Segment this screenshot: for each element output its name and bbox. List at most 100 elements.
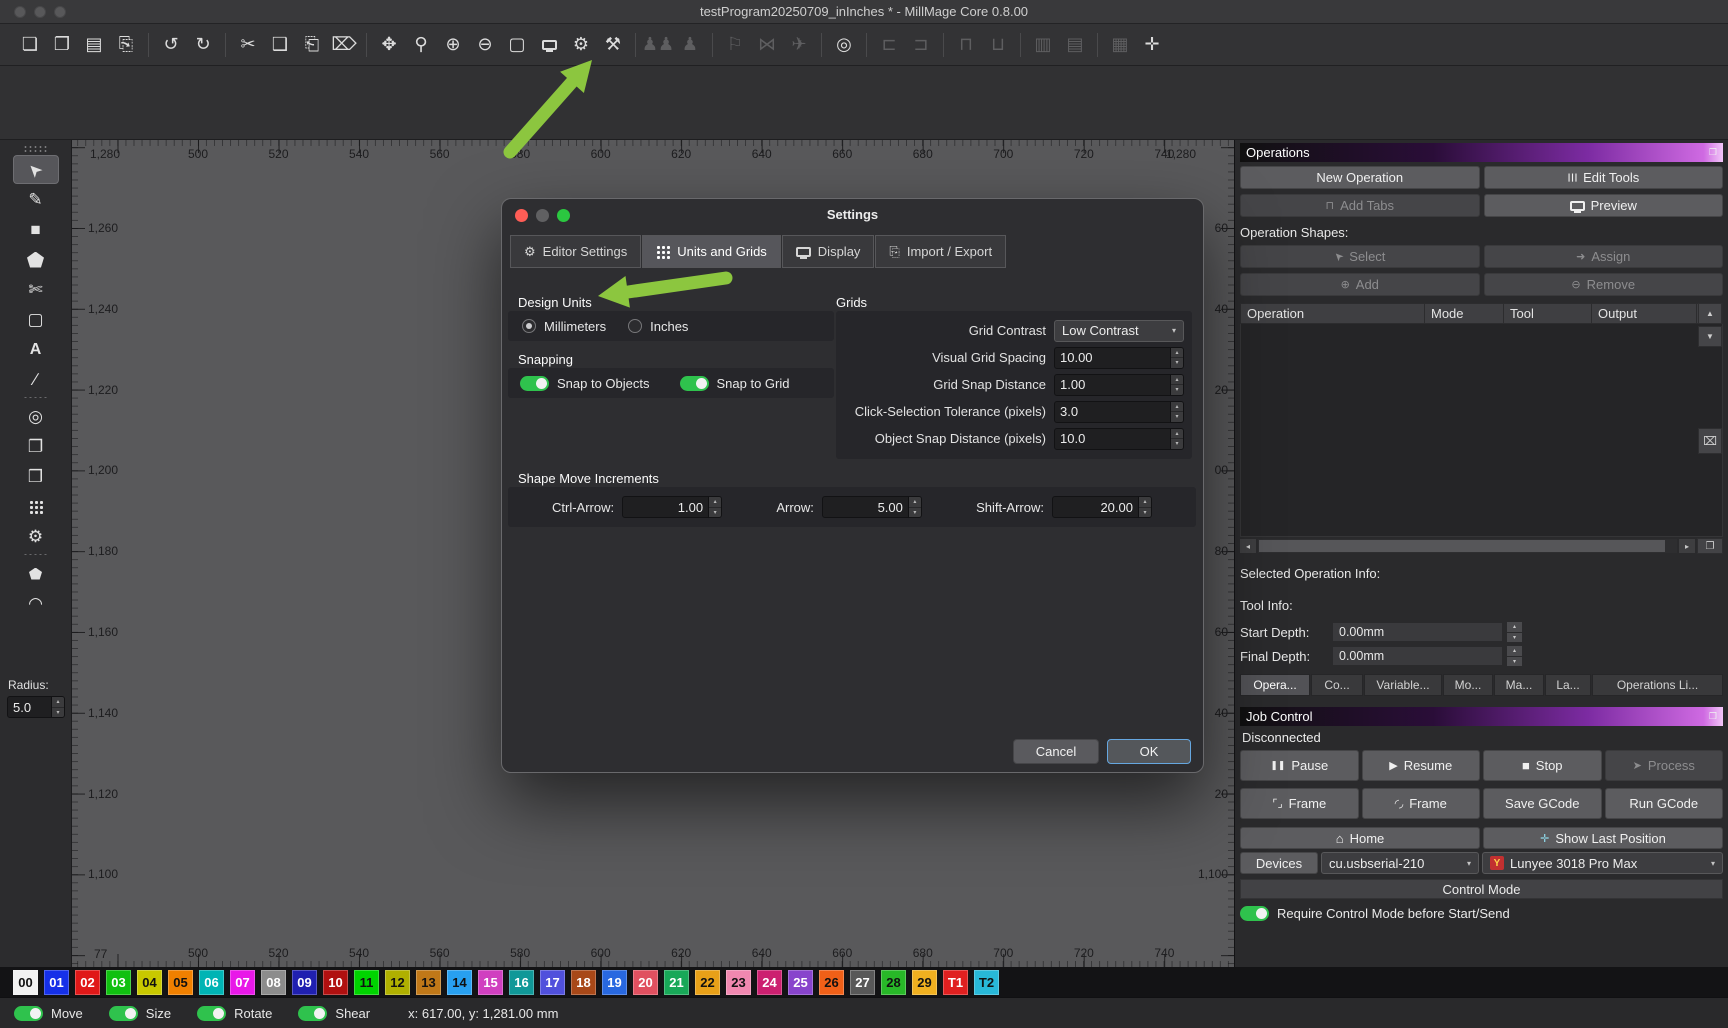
new-file-icon[interactable]: ❏ [14, 30, 46, 60]
palette-swatch-29[interactable]: 29 [912, 970, 937, 995]
stack-duplicate-tool[interactable]: ❒ [13, 462, 59, 491]
palette-swatch-14[interactable]: 14 [447, 970, 472, 995]
paste-icon[interactable]: ⎗ [296, 30, 328, 60]
palette-swatch-T2[interactable]: T2 [974, 970, 999, 995]
tab-display[interactable]: Display [782, 235, 875, 268]
palette-swatch-19[interactable]: 19 [602, 970, 627, 995]
spinner[interactable]: ▴▾ [1138, 497, 1151, 517]
save-icon[interactable]: ▤ [78, 30, 110, 60]
ops-tab-4[interactable]: Ma... [1494, 674, 1544, 696]
polygon-tool[interactable] [13, 245, 59, 274]
zoom-selection-icon[interactable]: ⚲ [405, 30, 437, 60]
palette-swatch-13[interactable]: 13 [416, 970, 441, 995]
palette-swatch-28[interactable]: 28 [881, 970, 906, 995]
scroll-right-icon[interactable]: ▸ [1679, 539, 1695, 553]
ops-tab-5[interactable]: La... [1545, 674, 1591, 696]
cancel-button[interactable]: Cancel [1013, 739, 1099, 764]
require-control-mode-toggle[interactable] [1240, 906, 1269, 921]
device-port-select[interactable]: cu.usbserial-210▾ [1321, 852, 1479, 874]
snip-tool[interactable]: ✄ [13, 275, 59, 304]
zoom-in-icon[interactable]: ⊕ [437, 30, 469, 60]
palette-swatch-08[interactable]: 08 [261, 970, 286, 995]
minimize-icon[interactable] [536, 209, 549, 222]
column-operation[interactable]: Operation [1241, 304, 1424, 323]
layers-icon[interactable]: ❐ [1697, 538, 1723, 554]
group-icon[interactable]: ♟♟ [642, 30, 674, 60]
palette-swatch-11[interactable]: 11 [354, 970, 379, 995]
edit-tools-button[interactable]: ☰Edit Tools [1484, 166, 1724, 189]
column-mode[interactable]: Mode [1424, 304, 1503, 323]
palette-swatch-06[interactable]: 06 [199, 970, 224, 995]
add-tabs-button[interactable]: ⊓Add Tabs [1240, 194, 1480, 217]
frame-round-button[interactable]: ◜◞Frame [1362, 788, 1481, 819]
move-view-icon[interactable]: ✥ [373, 30, 405, 60]
control-mode-button[interactable]: Control Mode [1240, 879, 1723, 899]
scroll-left-icon[interactable]: ◂ [1240, 539, 1256, 553]
home-button[interactable]: ⌂Home [1240, 827, 1480, 849]
spinner[interactable]: ▴▾ [1170, 402, 1183, 422]
position-crosshair-icon[interactable]: ✛ [1136, 30, 1168, 60]
export-icon[interactable]: ⎘ [110, 30, 142, 60]
palette-swatch-04[interactable]: 04 [137, 970, 162, 995]
palette-swatch-00[interactable]: 00 [13, 970, 38, 995]
align-bottom-icon[interactable]: ⊔ [982, 30, 1014, 60]
ellipse-tool[interactable]: ◎ [13, 402, 59, 431]
operation-move-down-button[interactable]: ▼ [1698, 326, 1722, 347]
open-file-icon[interactable]: ❐ [46, 30, 78, 60]
ops-tab-1[interactable]: Co... [1311, 674, 1363, 696]
palette-swatch-27[interactable]: 27 [850, 970, 875, 995]
pause-button[interactable]: ❚❚Pause [1240, 750, 1359, 781]
distribute-horizontal-icon[interactable]: ▥ [1027, 30, 1059, 60]
scrollbar-track[interactable] [1258, 539, 1677, 553]
ok-button[interactable]: OK [1107, 739, 1191, 764]
edit-nodes-tool[interactable]: ▢ [13, 305, 59, 334]
add-shapes-button[interactable]: ⊕Add [1240, 273, 1480, 296]
frame-rect-button[interactable]: ⌜⌟Frame [1240, 788, 1359, 819]
tab-units-and-grids[interactable]: Units and Grids [642, 235, 781, 268]
select-shapes-button[interactable]: ➤Select [1240, 245, 1480, 268]
palette-swatch-26[interactable]: 26 [819, 970, 844, 995]
visual-grid-spacing-input[interactable]: 10.00▴▾ [1054, 347, 1184, 369]
spinner[interactable]: ▴▾ [908, 497, 921, 517]
display-preview-icon[interactable] [533, 30, 565, 60]
flip-vertical-icon[interactable]: ✈ [783, 30, 815, 60]
millimeters-radio[interactable] [522, 319, 536, 333]
duplicate-tool[interactable]: ❐ [13, 432, 59, 461]
palette-swatch-10[interactable]: 10 [323, 970, 348, 995]
toolbar-grip-handle[interactable] [23, 145, 49, 153]
ops-tab-0[interactable]: Opera... [1240, 674, 1310, 696]
mirror-horizontal-icon[interactable]: ⚐ [719, 30, 751, 60]
show-last-position-button[interactable]: ✛Show Last Position [1483, 827, 1723, 849]
measure-tool[interactable]: ∕ [13, 365, 59, 394]
delete-icon[interactable]: ⌦ [328, 30, 360, 60]
snap-to-objects-toggle[interactable] [520, 376, 549, 391]
device-name-select[interactable]: Y Lunyee 3018 Pro Max▾ [1482, 852, 1723, 874]
spinner[interactable]: ▴▾ [1170, 429, 1183, 449]
gear-shape-tool[interactable]: ⚙ [13, 522, 59, 551]
start-depth-spinner[interactable]: ▴▾ [1507, 622, 1522, 642]
palette-swatch-02[interactable]: 02 [75, 970, 100, 995]
undo-icon[interactable]: ↺ [155, 30, 187, 60]
select-tool[interactable]: ➤ [13, 155, 59, 184]
process-button[interactable]: ➤Process [1605, 750, 1724, 781]
machine-tools-wrench-icon[interactable]: ⚒ [597, 30, 629, 60]
palette-swatch-22[interactable]: 22 [695, 970, 720, 995]
tab-import-export[interactable]: ⎘Import / Export [875, 235, 1006, 268]
palette-swatch-12[interactable]: 12 [385, 970, 410, 995]
star-polygon-tool[interactable] [13, 559, 59, 588]
panel-detach-icon[interactable]: ❒ [1709, 147, 1717, 158]
palette-swatch-05[interactable]: 05 [168, 970, 193, 995]
palette-swatch-18[interactable]: 18 [571, 970, 596, 995]
ops-tab-6[interactable]: Operations Li... [1592, 674, 1723, 696]
tab-editor-settings[interactable]: ⚙Editor Settings [510, 235, 641, 268]
palette-swatch-20[interactable]: 20 [633, 970, 658, 995]
ungroup-icon[interactable]: ♟ [674, 30, 706, 60]
ops-tab-3[interactable]: Mo... [1443, 674, 1493, 696]
remove-shapes-button[interactable]: ⊖Remove [1484, 273, 1724, 296]
rectangle-tool[interactable]: ■ [13, 215, 59, 244]
align-top-icon[interactable]: ⊓ [950, 30, 982, 60]
click-selection-tolerance-input[interactable]: 3.0▴▾ [1054, 401, 1184, 423]
preview-button[interactable]: Preview [1484, 194, 1724, 217]
column-tool[interactable]: Tool [1503, 304, 1591, 323]
palette-swatch-23[interactable]: 23 [726, 970, 751, 995]
